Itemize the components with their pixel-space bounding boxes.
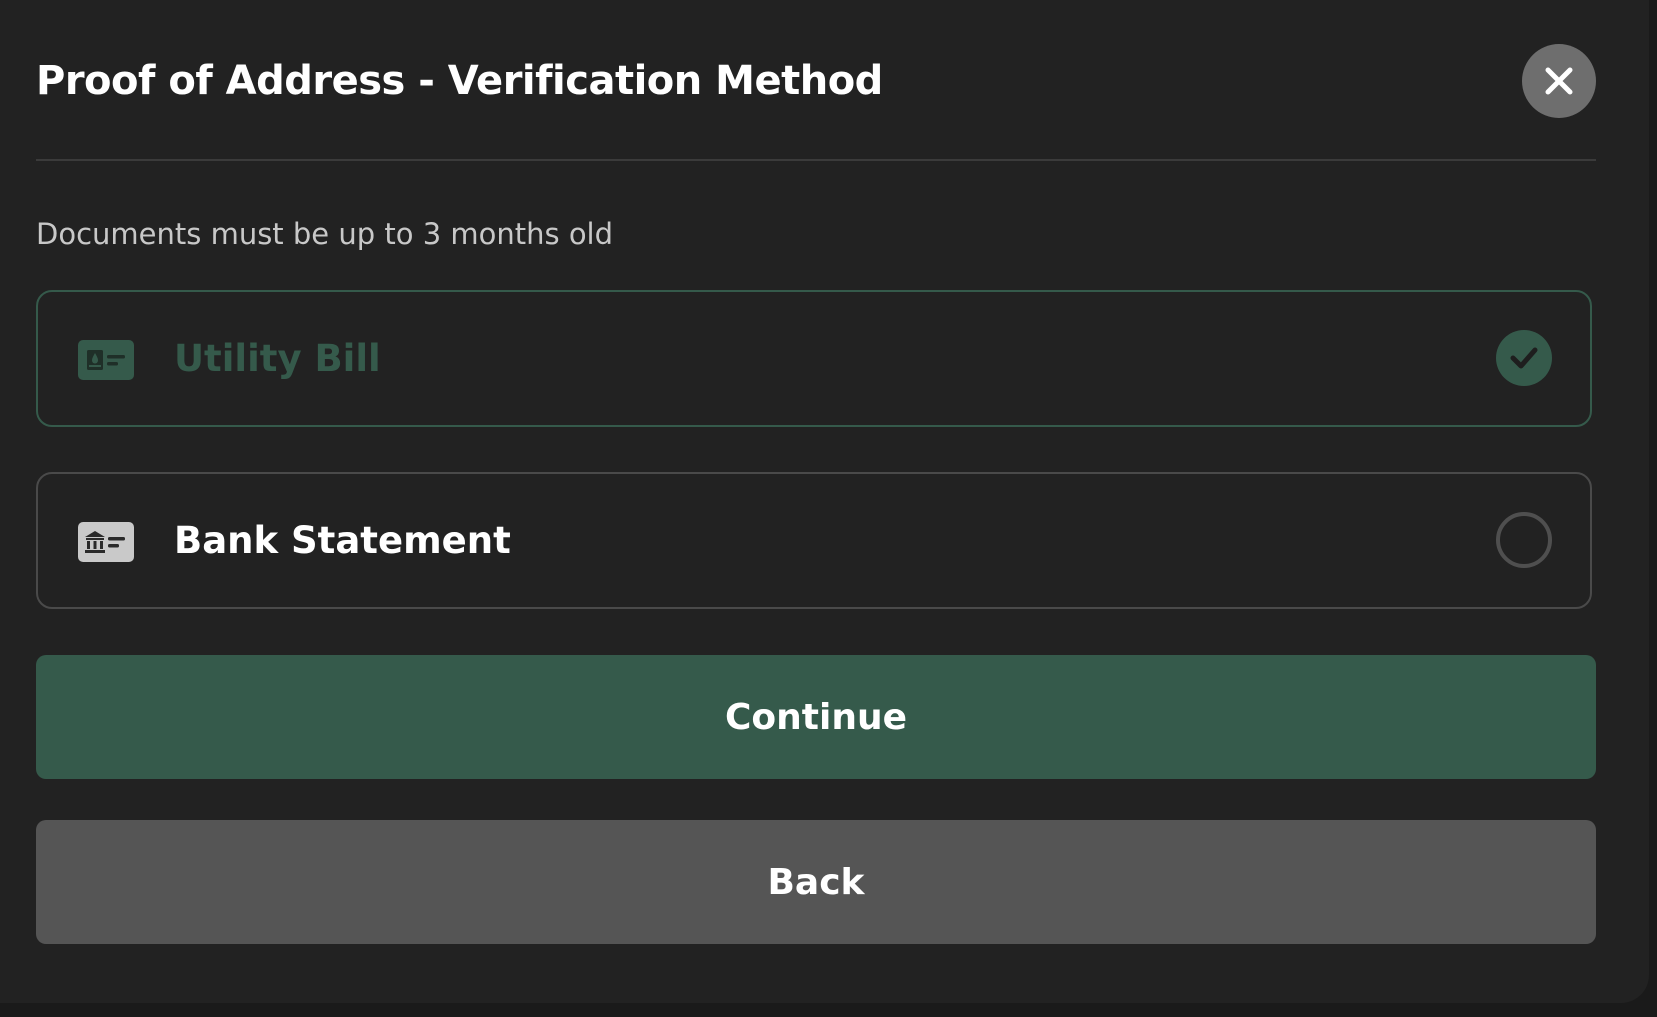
modal-header: Proof of Address - Verification Method (36, 44, 1596, 118)
option-label: Utility Bill (174, 337, 381, 380)
header-divider (36, 159, 1596, 161)
continue-button[interactable]: Continue (36, 655, 1596, 779)
modal-title: Proof of Address - Verification Method (36, 58, 883, 104)
verification-method-modal: Proof of Address - Verification Method D… (0, 0, 1649, 1003)
option-selected-indicator[interactable] (1496, 330, 1552, 386)
utility-bill-icon (78, 340, 134, 380)
close-icon (1545, 67, 1573, 95)
bank-statement-icon (78, 522, 134, 562)
option-label: Bank Statement (174, 519, 511, 562)
back-button[interactable]: Back (36, 820, 1596, 944)
document-age-note: Documents must be up to 3 months old (36, 217, 614, 251)
radio-empty-icon[interactable] (1496, 512, 1552, 568)
close-button[interactable] (1522, 44, 1596, 118)
option-utility-bill[interactable]: Utility Bill (36, 290, 1592, 427)
checkmark-icon (1510, 347, 1538, 369)
option-bank-statement[interactable]: Bank Statement (36, 472, 1592, 609)
